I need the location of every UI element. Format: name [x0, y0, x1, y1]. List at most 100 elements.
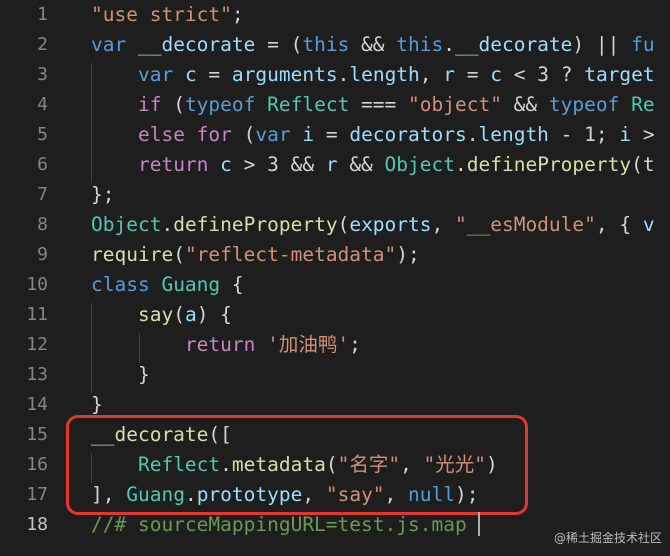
line-number: 17: [26, 484, 48, 505]
code-token: "use strict": [91, 3, 232, 26]
code-line[interactable]: 10 class Guang {: [0, 270, 670, 300]
code-token: i: [619, 123, 632, 146]
code-token: r: [325, 153, 338, 176]
code-token: var: [255, 123, 303, 146]
code-token: < 3 ?: [502, 63, 585, 86]
code-token: ) {: [196, 303, 232, 326]
line-number: 6: [37, 154, 48, 175]
code-token: else for: [137, 123, 232, 146]
code-token: =: [196, 63, 232, 86]
line-number: 10: [26, 274, 48, 295]
text-cursor: [478, 512, 480, 536]
code-token: //# sourceMappingURL=test.js.map: [91, 513, 467, 536]
code-token: (: [173, 303, 185, 326]
line-number: 9: [37, 244, 48, 265]
code-text: else for (var i = decorators.length - 1;…: [91, 120, 655, 150]
line-number: 4: [37, 94, 48, 115]
code-line[interactable]: 3 var c = arguments.length, r = c < 3 ? …: [0, 60, 670, 90]
code-token: - 1;: [548, 123, 620, 146]
line-number: 5: [37, 124, 48, 145]
code-token: if: [137, 93, 162, 116]
code-line[interactable]: 6 return c > 3 && r && Object.defineProp…: [0, 150, 670, 180]
code-token: defineProperty: [466, 153, 632, 176]
code-text: }: [91, 360, 150, 390]
code-token: &&: [501, 93, 549, 116]
code-token: (: [161, 93, 185, 116]
code-line[interactable]: 11 say(a) {: [0, 300, 670, 330]
code-line[interactable]: 9 require("reflect-metadata");: [0, 240, 670, 270]
code-token: require: [91, 243, 174, 266]
code-token: var: [91, 33, 138, 56]
code-token: .: [161, 213, 174, 236]
code-token: typeof: [548, 93, 632, 116]
code-token: return: [137, 153, 221, 176]
code-line[interactable]: 2 var __decorate = (this && this.__decora…: [0, 30, 670, 60]
code-token: arguments: [231, 63, 338, 86]
code-token: >: [631, 123, 655, 146]
code-token: ) ||: [572, 33, 632, 56]
line-number: 13: [26, 364, 48, 385]
code-token: .: [443, 33, 455, 56]
code-token: v: [642, 213, 655, 236]
code-token: "object": [408, 93, 502, 116]
code-token: this: [396, 33, 444, 56]
code-line[interactable]: 4 if (typeof Reflect === "object" && typ…: [0, 90, 670, 120]
code-token: =: [455, 63, 491, 86]
code-line[interactable]: 1 "use strict";: [0, 0, 670, 30]
code-token: __decorate: [137, 33, 256, 56]
code-token: typeof: [184, 93, 268, 116]
line-number: 11: [26, 304, 48, 325]
code-text: class Guang {: [91, 270, 244, 300]
code-token: Guang: [161, 273, 221, 296]
code-token: Re: [631, 93, 655, 116]
code-token: };: [91, 183, 115, 206]
code-token: class: [91, 273, 162, 296]
code-token: '加油鸭': [267, 333, 350, 356]
code-token: __decorate: [455, 33, 573, 56]
code-token: = (: [255, 33, 303, 56]
code-token: return: [184, 333, 268, 356]
code-token: var: [137, 63, 185, 86]
code-text: return c > 3 && r && Object.defineProper…: [91, 150, 655, 180]
code-token: (: [173, 243, 185, 266]
indent-guide: [139, 333, 140, 363]
highlight-box: [66, 415, 528, 515]
code-text: };: [91, 180, 114, 210]
line-number: 3: [37, 64, 48, 85]
code-token: &&: [337, 153, 385, 176]
code-token: (: [231, 123, 256, 146]
code-text: var __decorate = (this && this.__decorat…: [91, 30, 655, 60]
code-token: .: [466, 123, 479, 146]
code-token: &&: [349, 33, 397, 56]
code-text: Object.defineProperty(exports, "__esModu…: [91, 210, 655, 240]
code-line[interactable]: 13 }: [0, 360, 670, 390]
code-text: var c = arguments.length, r = c < 3 ? ta…: [91, 60, 655, 90]
code-token: (: [337, 213, 350, 236]
code-text: say(a) {: [91, 300, 232, 330]
code-token: decorators: [349, 123, 467, 146]
code-token: length: [349, 63, 420, 86]
code-line[interactable]: 8 Object.defineProperty(exports, "__esMod…: [0, 210, 670, 240]
code-token: exports: [349, 213, 432, 236]
indent-guide: [91, 63, 92, 183]
code-token: }: [91, 363, 150, 386]
watermark: @稀土掘金技术社区: [553, 531, 662, 545]
code-line[interactable]: 5 else for (var i = decorators.length - …: [0, 120, 670, 150]
code-token: , {: [595, 213, 643, 236]
line-number: 15: [26, 424, 48, 445]
code-token: Reflect: [267, 93, 350, 116]
code-token: =: [314, 123, 350, 146]
code-line[interactable]: 12 return '加油鸭';: [0, 330, 670, 360]
code-line[interactable]: 7};: [0, 180, 670, 210]
line-number: 18: [26, 514, 48, 535]
code-token: "reflect-metadata": [184, 243, 397, 266]
code-token: > 3 &&: [231, 153, 326, 176]
code-token: .: [337, 63, 350, 86]
code-token: {: [220, 273, 244, 296]
code-token: (t: [631, 153, 655, 176]
